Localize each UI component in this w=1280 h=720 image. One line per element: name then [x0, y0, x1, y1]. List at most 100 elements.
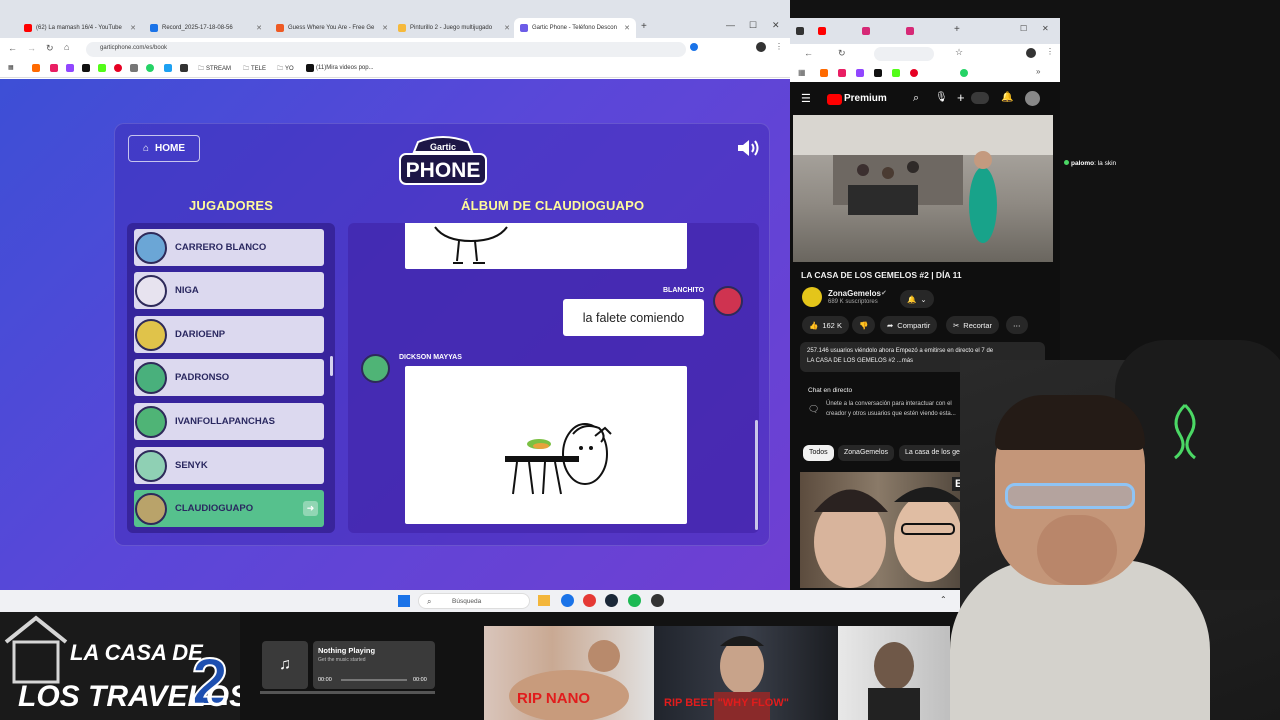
bookmark-icon[interactable]: [50, 64, 58, 72]
windows-start-icon[interactable]: [398, 595, 410, 607]
create-icon[interactable]: +: [957, 90, 965, 105]
kick-icon[interactable]: [892, 69, 900, 77]
player-row[interactable]: SENYK: [134, 447, 324, 484]
home-button[interactable]: ⌂ HOME: [128, 135, 200, 162]
close-tab-icon[interactable]: ✕: [256, 24, 262, 32]
players-scrollbar[interactable]: [330, 356, 333, 376]
more-bookmarks-icon[interactable]: »: [1036, 67, 1040, 76]
twitch-icon[interactable]: [856, 69, 864, 77]
whatsapp-icon[interactable]: [146, 64, 154, 72]
youtube-logo-icon[interactable]: [827, 94, 842, 105]
youtube-brand: Premium: [844, 93, 887, 104]
share-button[interactable]: ➦ Compartir: [880, 316, 938, 334]
kick-icon[interactable]: [98, 64, 106, 72]
twitch-icon[interactable]: [66, 64, 74, 72]
microphone-icon[interactable]: 🎙: [935, 92, 948, 103]
app-icon[interactable]: [651, 594, 664, 607]
apps-icon[interactable]: ▦: [798, 68, 806, 77]
player-row[interactable]: IVANFOLLAPANCHAS: [134, 403, 324, 440]
player-row[interactable]: DARIOENP: [134, 316, 324, 353]
hamburger-menu-icon[interactable]: ☰: [801, 92, 811, 105]
obs-icon[interactable]: [583, 594, 596, 607]
pinterest-icon[interactable]: [114, 64, 122, 72]
youtube-video-player[interactable]: [793, 115, 1053, 262]
bookmark-icon[interactable]: [164, 64, 172, 72]
maximize-icon[interactable]: ☐: [1020, 24, 1027, 33]
more-actions-button[interactable]: ⋯: [1006, 316, 1028, 334]
bookmark-icon[interactable]: [820, 69, 828, 77]
chrome-icon[interactable]: [561, 594, 574, 607]
close-tab-icon[interactable]: ✕: [382, 24, 388, 32]
clip-button[interactable]: ✂ Recortar: [946, 316, 1000, 334]
create-button[interactable]: [971, 92, 989, 104]
pinterest-icon[interactable]: [910, 69, 918, 77]
bookmark-folder-tele[interactable]: 🗀 TELE: [243, 64, 266, 74]
reload-icon[interactable]: ↻: [46, 43, 54, 54]
filter-chip-all[interactable]: Todos: [803, 445, 834, 461]
bookmark-icon[interactable]: [130, 64, 138, 72]
maximize-icon[interactable]: ☐: [749, 20, 757, 31]
channel-avatar[interactable]: [802, 287, 822, 307]
notifications-icon[interactable]: 🔔: [1001, 92, 1013, 103]
player-row[interactable]: NIGA: [134, 272, 324, 309]
youtube-favicon-icon[interactable]: [818, 27, 826, 35]
sound-icon[interactable]: [736, 138, 762, 158]
home-icon[interactable]: ⌂: [64, 42, 69, 52]
taskbar-search[interactable]: ⌕ Búsqueda: [418, 593, 530, 609]
address-bar[interactable]: [874, 47, 934, 61]
album-scrollbar[interactable]: [755, 420, 758, 530]
back-icon[interactable]: ←: [8, 43, 17, 53]
profile-icon[interactable]: [1026, 48, 1036, 58]
tab-menu-icon[interactable]: [796, 27, 804, 35]
tab-pinturillo[interactable]: Pinturillo 2 - Juego multijugado ✕: [392, 18, 516, 38]
subscribed-button[interactable]: 🔔 ⌄: [900, 290, 934, 308]
bookmark-folder-yo[interactable]: 🗀 YO: [277, 64, 294, 74]
player-row-active[interactable]: CLAUDIOGUAPO ➜: [134, 490, 324, 527]
reload-icon[interactable]: ↻: [838, 48, 846, 59]
file-explorer-icon[interactable]: [538, 595, 550, 606]
search-icon[interactable]: ⌕: [913, 92, 919, 105]
player-row[interactable]: CARRERO BLANCO: [134, 229, 324, 266]
razer-logo-icon: [1174, 403, 1196, 460]
close-tab-icon[interactable]: ✕: [624, 24, 630, 32]
like-button[interactable]: 👍 162 K: [802, 316, 849, 334]
spotify-icon[interactable]: [628, 594, 641, 607]
bookmark-star-icon[interactable]: ☆: [955, 47, 963, 58]
filter-chip-channel[interactable]: ZonaGemelos: [838, 445, 894, 461]
back-icon[interactable]: ←: [804, 48, 813, 58]
profile-icon[interactable]: [756, 42, 766, 52]
tray-chevron-icon[interactable]: ⌃: [940, 595, 947, 604]
dislike-button[interactable]: 👎: [852, 316, 876, 334]
menu-dots-icon[interactable]: ⋮: [775, 42, 783, 51]
channel-name[interactable]: ZonaGemelos: [828, 289, 881, 298]
steam-icon[interactable]: [605, 594, 618, 607]
apps-icon[interactable]: ▦: [8, 64, 14, 71]
bookmark-folder-stream[interactable]: 🗀 STREAM: [198, 64, 231, 74]
minimize-icon[interactable]: —: [726, 20, 735, 30]
tab-record[interactable]: Record_2025-17-18-08-56 ✕: [144, 18, 268, 38]
extension-icon[interactable]: [690, 43, 698, 51]
new-tab-icon[interactable]: +: [641, 21, 647, 32]
close-window-icon[interactable]: ✕: [1042, 24, 1049, 33]
avatar[interactable]: [1025, 91, 1040, 106]
whatsapp-icon[interactable]: [960, 69, 968, 77]
player-row[interactable]: PADRONSO: [134, 359, 324, 396]
tab-youtube[interactable]: (62) La mamash 16/4 - YouTube ✕: [18, 18, 142, 38]
menu-dots-icon[interactable]: ⋮: [1046, 47, 1054, 56]
new-tab-icon[interactable]: +: [954, 24, 960, 35]
address-bar[interactable]: garticphone.com/es/book: [86, 42, 686, 57]
bookmark-tiktok[interactable]: (11)Mira videos pop...: [306, 64, 374, 72]
close-window-icon[interactable]: ✕: [772, 20, 780, 31]
tab-geoguess[interactable]: Guess Where You Are - Free Ge ✕: [270, 18, 394, 38]
bookmark-icon[interactable]: [180, 64, 188, 72]
bookmark-icon[interactable]: [838, 69, 846, 77]
tiktok-icon[interactable]: [82, 64, 90, 72]
close-tab-icon[interactable]: ✕: [130, 24, 136, 32]
forward-icon[interactable]: →: [27, 43, 36, 53]
instagram-favicon-icon[interactable]: [906, 27, 914, 35]
tiktok-icon[interactable]: [874, 69, 882, 77]
tab-gartic[interactable]: Gartic Phone - Teléfono Descon ✕: [514, 18, 636, 38]
close-tab-icon[interactable]: ✕: [504, 24, 510, 32]
bookmark-icon[interactable]: [32, 64, 40, 72]
instagram-favicon-icon[interactable]: [862, 27, 870, 35]
